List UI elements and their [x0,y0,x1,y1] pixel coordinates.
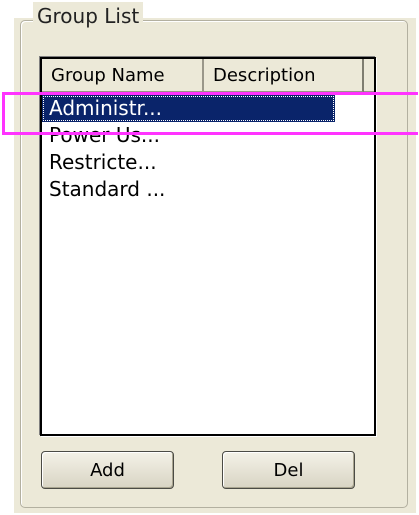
del-button[interactable]: Del [222,451,355,489]
listview-header: Group Name Description [42,59,374,93]
column-header-filler [364,59,374,93]
group-list-legend: Group List [33,2,144,30]
group-listview[interactable]: Group Name Description Administr... Powe… [40,57,376,436]
column-header-description[interactable]: Description [204,59,364,93]
add-button[interactable]: Add [41,451,174,489]
listview-body: Administr... Power Us... Restricte... St… [42,95,374,203]
list-item-standard[interactable]: Standard ... [42,176,374,203]
list-item-administrators[interactable]: Administr... [42,95,335,122]
column-header-group-name[interactable]: Group Name [42,59,204,93]
list-item-power-users[interactable]: Power Us... [42,122,374,149]
list-item-restricted[interactable]: Restricte... [42,149,374,176]
